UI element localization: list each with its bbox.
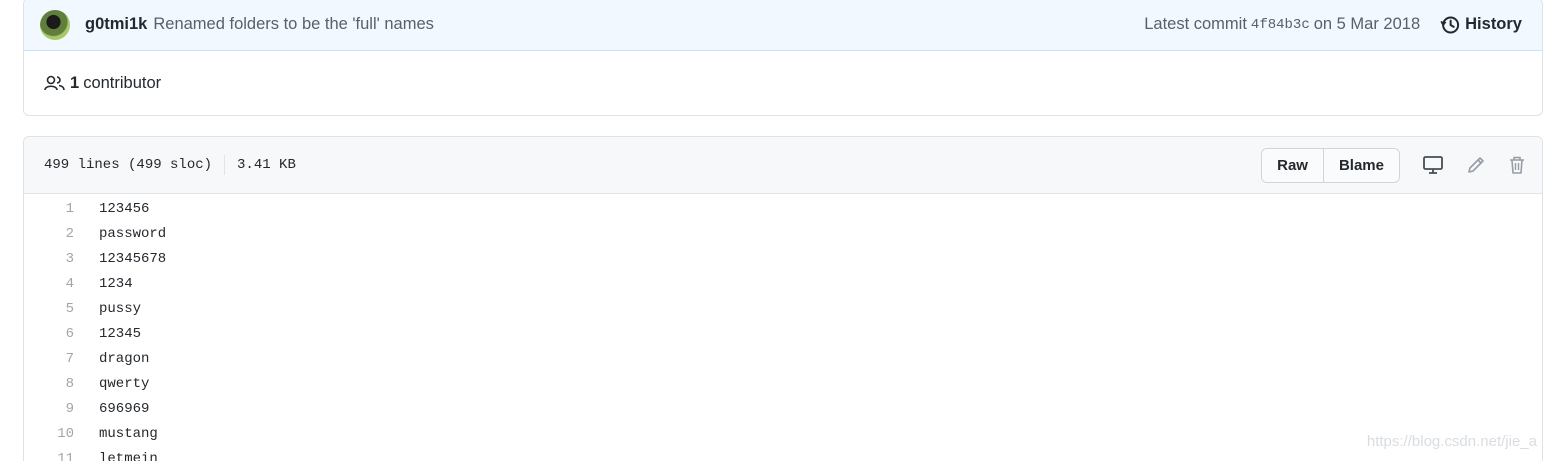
file-box: 499 lines (499 sloc) 3.41 KB Raw Blame 1… [23, 136, 1543, 461]
divider [224, 155, 226, 175]
code-line: 2 password [24, 221, 1542, 246]
line-content: 123456 [99, 200, 150, 217]
watermark: https://blog.csdn.net/jie_a [1366, 433, 1537, 450]
history-label: History [1465, 15, 1522, 33]
line-number[interactable]: 1 [24, 201, 74, 217]
line-number[interactable]: 3 [24, 251, 74, 267]
pencil-icon[interactable] [1466, 155, 1486, 175]
line-content: dragon [99, 350, 150, 367]
history-icon [1440, 16, 1460, 33]
commit-date: on 5 Mar 2018 [1313, 15, 1421, 33]
code-line: 5 pussy [24, 296, 1542, 321]
commit-sha-link[interactable]: 4f84b3c [1251, 17, 1310, 33]
code-line: 4 1234 [24, 271, 1542, 296]
line-number[interactable]: 6 [24, 326, 74, 342]
code-line: 10 mustang [24, 421, 1542, 446]
contributor-label[interactable]: contributor [83, 74, 161, 93]
line-content: 12345 [99, 325, 142, 342]
code-line: 9 696969 [24, 396, 1542, 421]
history-button[interactable]: History [1440, 15, 1522, 35]
line-content: 1234 [99, 275, 133, 292]
line-number[interactable]: 9 [24, 401, 74, 417]
line-content: pussy [99, 300, 142, 317]
file-line-count: 499 lines (499 sloc) [44, 157, 213, 173]
commit-author-link[interactable]: g0tmi1k [85, 15, 147, 34]
line-content: qwerty [99, 375, 150, 392]
line-number[interactable]: 11 [24, 451, 74, 461]
avatar[interactable] [40, 9, 70, 40]
code-line: 11 letmein [24, 446, 1542, 461]
commit-box: g0tmi1k Renamed folders to be the 'full'… [23, 0, 1543, 116]
code-line: 6 12345 [24, 321, 1542, 346]
contributors-row: 1 contributor [24, 51, 1542, 115]
latest-commit-label: Latest commit [1144, 15, 1247, 33]
file-size: 3.41 KB [237, 157, 296, 173]
code-line: 8 qwerty [24, 371, 1542, 396]
latest-commit-row: g0tmi1k Renamed folders to be the 'full'… [24, 0, 1542, 51]
people-icon [44, 75, 65, 91]
line-number[interactable]: 10 [24, 426, 74, 442]
code-line: 3 12345678 [24, 246, 1542, 271]
code-line: 1 123456 [24, 196, 1542, 221]
trash-icon[interactable] [1508, 155, 1526, 175]
contributor-count[interactable]: 1 [70, 74, 79, 93]
line-content: letmein [99, 450, 158, 461]
line-content: 696969 [99, 400, 150, 417]
line-number[interactable]: 2 [24, 226, 74, 242]
code-line: 7 dragon [24, 346, 1542, 371]
line-number[interactable]: 5 [24, 301, 74, 317]
file-header: 499 lines (499 sloc) 3.41 KB Raw Blame [24, 137, 1542, 194]
line-number[interactable]: 8 [24, 376, 74, 392]
desktop-icon[interactable] [1422, 155, 1444, 175]
file-view-buttons: Raw Blame [1261, 147, 1400, 183]
commit-message-link[interactable]: Renamed folders to be the 'full' names [153, 15, 434, 34]
code-view: 1 123456 2 password 3 12345678 4 1234 5 pussy 6 123… [24, 194, 1542, 461]
line-content: 12345678 [99, 250, 167, 267]
line-number[interactable]: 4 [24, 276, 74, 292]
line-content: password [99, 225, 167, 242]
blame-button[interactable]: Blame [1322, 148, 1399, 182]
line-number[interactable]: 7 [24, 351, 74, 367]
raw-button[interactable]: Raw [1262, 148, 1323, 182]
line-content: mustang [99, 425, 158, 442]
